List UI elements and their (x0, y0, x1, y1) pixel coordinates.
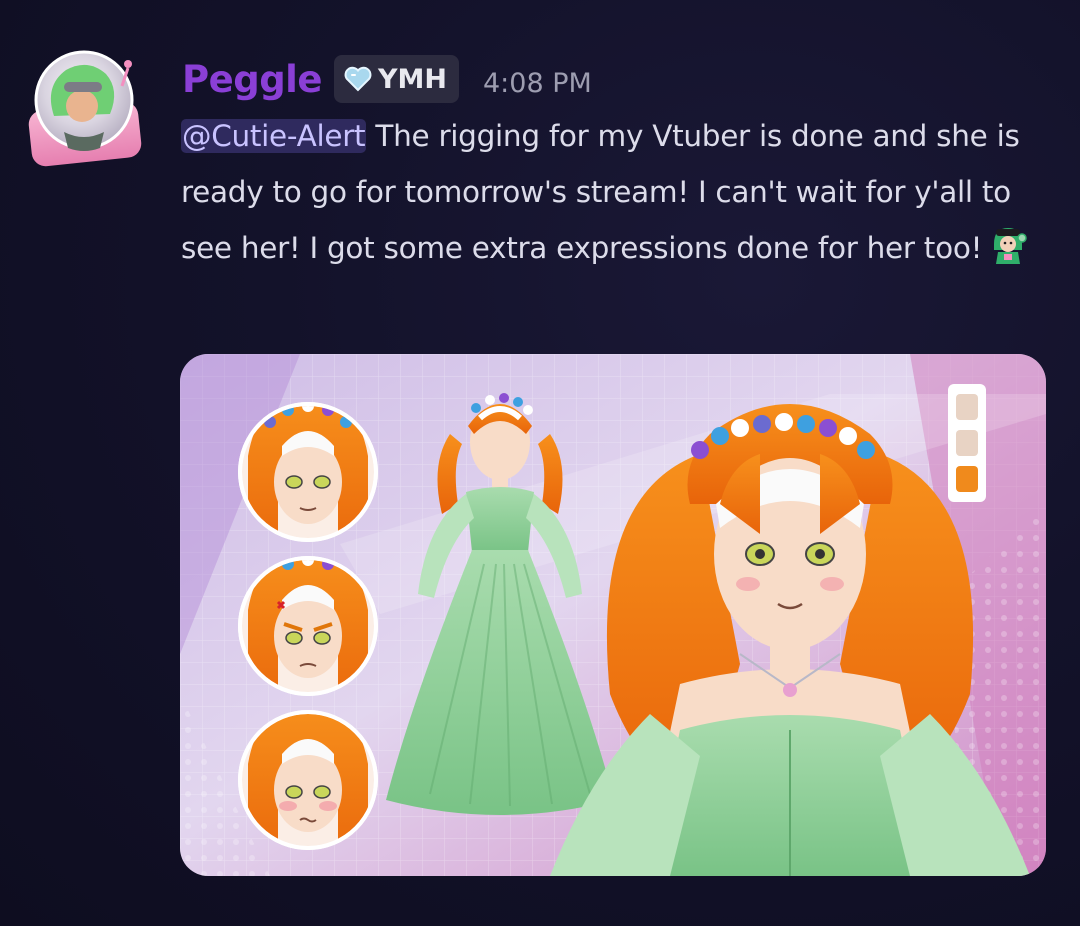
color-swatch-panel (948, 384, 986, 502)
swatch-hair (956, 466, 978, 492)
timestamp[interactable]: 4:08 PM (483, 68, 592, 99)
user-mention[interactable]: @Cutie-Alert (181, 119, 367, 153)
avatar[interactable] (24, 46, 146, 168)
chat-message: Peggle YMH 4:08 PM @Cutie-Alert The rigg… (0, 0, 1080, 926)
vtuber-custom-emoji-icon[interactable] (986, 224, 1030, 268)
vtuber-reference-sheet (180, 354, 1046, 876)
image-attachment[interactable] (180, 354, 1046, 876)
message-header: Peggle YMH 4:08 PM (182, 50, 592, 108)
heart-icon (344, 66, 372, 92)
role-tag[interactable]: YMH (333, 55, 459, 103)
role-tag-label: YMH (377, 63, 447, 95)
author-name[interactable]: Peggle (182, 58, 322, 101)
message-content: @Cutie-Alert The rigging for my Vtuber i… (181, 108, 1041, 276)
swatch-skin (956, 394, 978, 420)
swatch-skin-shade (956, 430, 978, 456)
avatar-image (28, 50, 142, 167)
